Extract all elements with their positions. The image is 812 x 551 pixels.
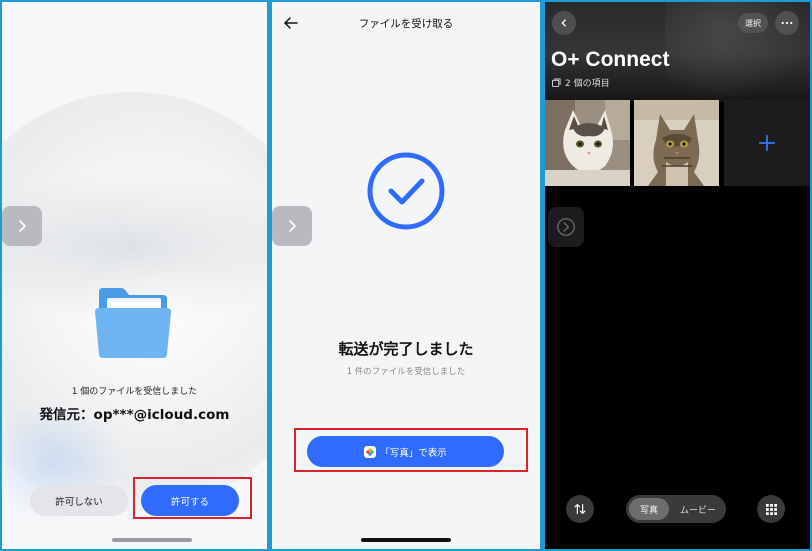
transfer-complete-text: 転送が完了しました: [338, 340, 474, 358]
screenshot-composite: 1 個のファイルを受信しました 発信元：op***@icloud.com 許可し…: [0, 0, 812, 551]
highlight-box: [133, 477, 252, 519]
checkmark-circle-icon: [367, 152, 445, 230]
select-button[interactable]: 選択: [738, 13, 768, 33]
item-count-label: 2 個の項目: [565, 79, 610, 89]
side-nav-button[interactable]: [548, 207, 584, 247]
folder-icon: [95, 288, 171, 358]
highlight-box: [294, 428, 528, 472]
plus-icon: [758, 134, 776, 152]
album-title: O+ Connect: [551, 48, 670, 71]
sort-button[interactable]: [566, 495, 594, 523]
deny-button[interactable]: 許可しない: [30, 485, 128, 516]
panel-photos-album: 選択 O+ Connect 2 個の項目 写真 ムービー: [545, 2, 810, 549]
cat-photo: [634, 100, 719, 186]
side-nav-button[interactable]: [272, 206, 312, 246]
chevron-left-icon: [561, 19, 566, 27]
chevron-right-icon: [289, 220, 296, 232]
more-icon: [781, 21, 793, 25]
chevron-right-icon: [19, 220, 26, 232]
cat-photo: [545, 100, 630, 186]
received-text: 1 個のファイルを受信しました: [71, 387, 198, 397]
add-photo-button[interactable]: [724, 100, 810, 186]
chevron-right-circle-icon: [557, 218, 575, 236]
segment-photos[interactable]: 写真: [629, 498, 669, 520]
panel-transfer-complete: ファイルを受け取る 転送が完了しました 1 件のファイルを受信しました 「写真」…: [272, 2, 540, 549]
back-button[interactable]: [552, 11, 576, 35]
segment-movies[interactable]: ムービー: [674, 498, 722, 520]
album-item-count: 2 個の項目: [552, 76, 610, 89]
received-count-text: 1 件のファイルを受信しました: [346, 367, 466, 377]
media-type-segmented-control: 写真 ムービー: [626, 495, 726, 523]
grid-icon: [765, 503, 777, 515]
photo-thumbnail[interactable]: [545, 100, 630, 186]
side-nav-button[interactable]: [2, 206, 42, 246]
sender-text: 発信元：op***@icloud.com: [39, 407, 230, 423]
more-button[interactable]: [775, 11, 799, 35]
page-title: ファイルを受け取る: [358, 18, 454, 30]
home-indicator: [361, 538, 451, 542]
panel-permission-request: 1 個のファイルを受信しました 発信元：op***@icloud.com 許可し…: [2, 2, 267, 549]
photo-thumbnail[interactable]: [634, 100, 719, 186]
grid-view-button[interactable]: [757, 495, 785, 523]
home-indicator: [112, 538, 192, 542]
sort-icon: [574, 504, 586, 514]
photo-stack-icon: [552, 78, 561, 87]
